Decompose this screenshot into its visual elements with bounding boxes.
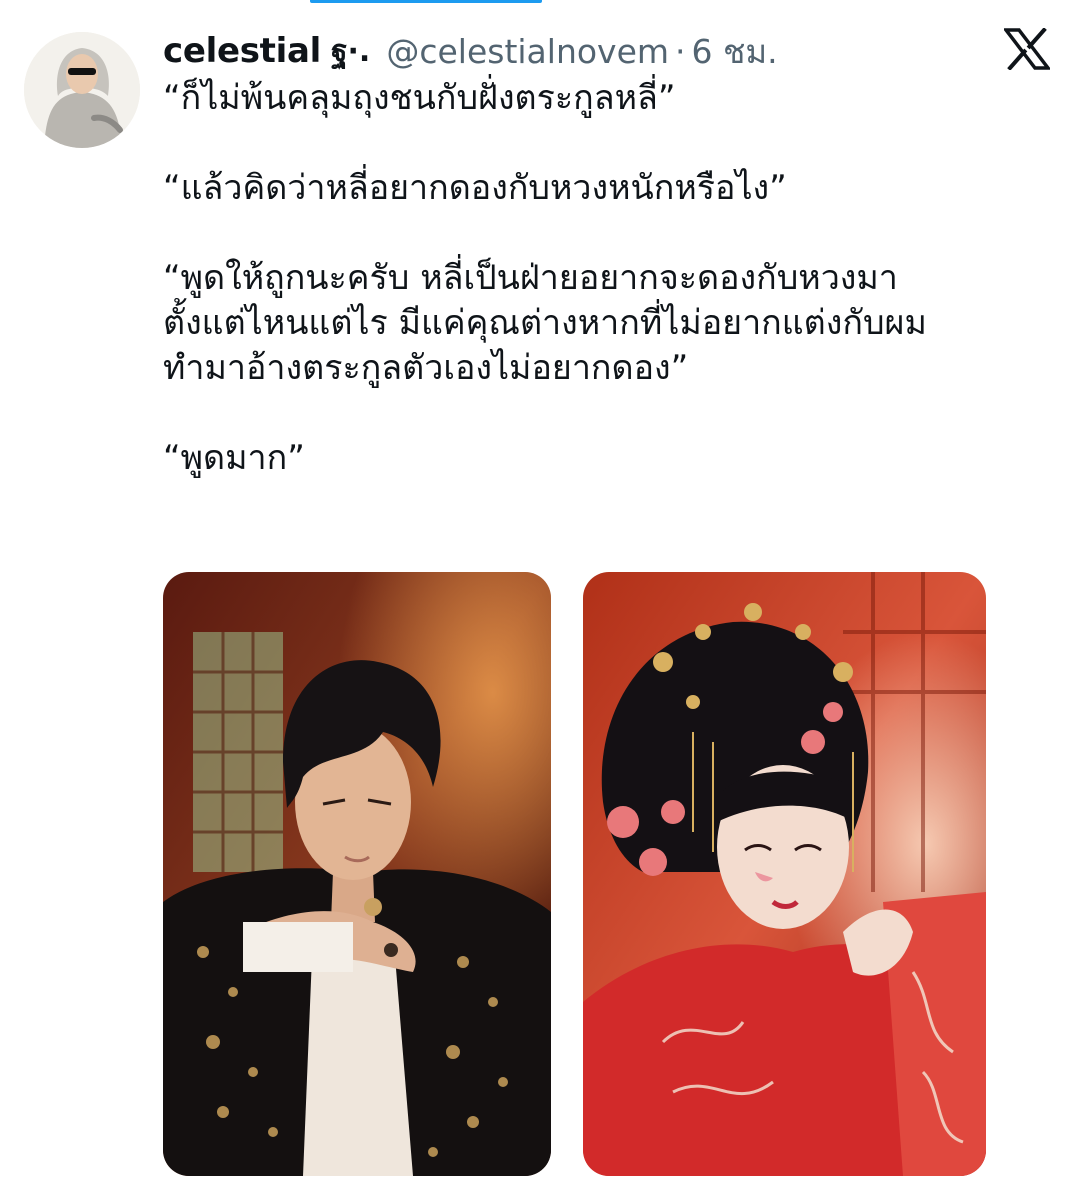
avatar[interactable] bbox=[24, 32, 140, 148]
tweet-line: ทำมาอ้างตระกูลตัวเองไม่อยากดอง” bbox=[163, 348, 689, 388]
author-handle[interactable]: @celestialnovem bbox=[386, 32, 669, 71]
tweet-text: “ก็ไม่พ้นคลุมถุงชนกับฝั่งตระกูลหลี่” “แล… bbox=[163, 76, 1043, 481]
photo-woman-red-hanfu-headdress bbox=[583, 572, 986, 1176]
tweet-photo-1[interactable] bbox=[163, 572, 551, 1176]
tweet-timestamp[interactable]: 6 ชม. bbox=[692, 25, 778, 78]
tweet-header: celestial ฐ·. @celestialnovem · 6 ชม. bbox=[163, 26, 778, 76]
author-name-decoration: ฐ·. bbox=[330, 33, 371, 69]
tweet-photo-2[interactable] bbox=[583, 572, 986, 1176]
tweet-line: “ก็ไม่พ้นคลุมถุงชนกับฝั่งตระกูลหลี่” bbox=[163, 78, 676, 118]
avatar-image bbox=[24, 32, 140, 148]
tweet-line: “พูดมาก” bbox=[163, 438, 305, 478]
x-logo-icon[interactable] bbox=[1002, 27, 1052, 71]
tweet-line: ตั้งแต่ไหนแต่ไร มีแค่คุณต่างหากที่ไม่อยา… bbox=[163, 303, 927, 343]
separator-dot: · bbox=[675, 31, 686, 71]
tweet-line: “พูดให้ถูกนะครับ หลี่เป็นฝ่ายอยากจะดองกั… bbox=[163, 258, 898, 298]
tab-indicator bbox=[310, 0, 542, 3]
author-display-name[interactable]: celestial bbox=[163, 31, 321, 71]
photo-man-black-gold-jacket bbox=[163, 572, 551, 1176]
tweet-line: “แล้วคิดว่าหลี่อยากดองกับหวงหนักหรือไง” bbox=[163, 168, 787, 208]
